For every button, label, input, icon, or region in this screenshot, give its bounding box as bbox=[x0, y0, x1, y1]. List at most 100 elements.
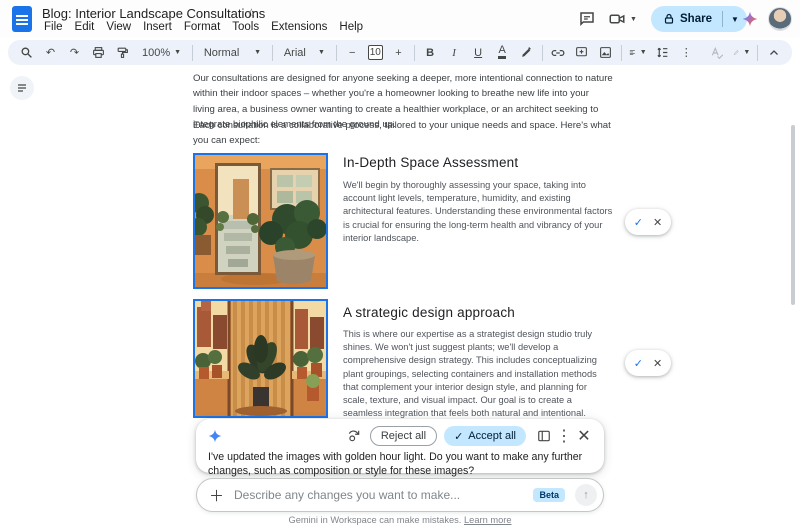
join-call-button[interactable]: ▼ bbox=[608, 0, 637, 38]
regenerate-button[interactable] bbox=[344, 426, 364, 446]
chevron-down-icon: ▼ bbox=[630, 16, 637, 23]
section-heading-2[interactable]: A strategic design approach bbox=[343, 305, 515, 320]
gemini-message: I've updated the images with golden hour… bbox=[208, 450, 592, 478]
accept-suggestion-icon[interactable]: ✓ bbox=[634, 357, 643, 370]
reject-all-button[interactable]: Reject all bbox=[370, 426, 437, 446]
spelling-suggestions-button[interactable] bbox=[709, 43, 726, 62]
chevron-down-icon: ▼ bbox=[254, 49, 261, 56]
menu-format[interactable]: Format bbox=[178, 20, 226, 34]
pencil-icon bbox=[733, 46, 740, 59]
align-button[interactable]: ▼ bbox=[629, 43, 647, 62]
style-value: Normal bbox=[204, 47, 239, 59]
add-attachment-icon[interactable]: ＋ bbox=[209, 485, 224, 506]
highlight-color-button[interactable] bbox=[518, 43, 535, 62]
insert-link-button[interactable] bbox=[549, 43, 566, 62]
text-color-label: A bbox=[498, 46, 505, 59]
regenerate-icon bbox=[347, 429, 361, 443]
align-left-icon bbox=[629, 46, 636, 59]
golden-hour-window-illustration bbox=[195, 301, 326, 416]
menu-file[interactable]: File bbox=[38, 20, 69, 34]
decrease-font-size-button[interactable]: − bbox=[344, 43, 361, 62]
outline-list-icon bbox=[16, 82, 28, 94]
golden-hour-room-illustration bbox=[195, 155, 326, 287]
paint-format-button[interactable] bbox=[114, 43, 131, 62]
star-icon[interactable]: ☆ bbox=[246, 6, 257, 20]
underline-button[interactable]: U bbox=[470, 43, 487, 62]
bold-button[interactable]: B bbox=[422, 43, 439, 62]
chevron-up-icon bbox=[768, 47, 780, 59]
menu-help[interactable]: Help bbox=[333, 20, 369, 34]
toolbar-divider bbox=[757, 45, 758, 61]
learn-more-link[interactable]: Learn more bbox=[464, 515, 512, 525]
chevron-down-icon: ▼ bbox=[174, 49, 181, 56]
toolbar-divider bbox=[272, 45, 273, 61]
increase-font-size-button[interactable]: + bbox=[390, 43, 407, 62]
gemini-disclaimer: Gemini in Workspace can make mistakes. L… bbox=[0, 515, 800, 525]
share-button[interactable]: Share ▼ bbox=[651, 6, 747, 32]
document-tabs-button[interactable] bbox=[10, 76, 34, 100]
search-menus-button[interactable] bbox=[18, 43, 35, 62]
menu-bar: File Edit View Insert Format Tools Exten… bbox=[38, 20, 369, 34]
close-panel-button[interactable]: ✕ bbox=[574, 426, 594, 446]
account-avatar[interactable] bbox=[768, 7, 792, 31]
zoom-select[interactable]: 100% ▼ bbox=[138, 43, 185, 62]
gemini-suggestion-panel: Reject all ✓ Accept all ⋮ ✕ I've updated… bbox=[196, 419, 604, 473]
open-side-panel-button[interactable] bbox=[534, 426, 554, 446]
scrollbar[interactable] bbox=[791, 125, 795, 305]
add-comment-icon bbox=[575, 46, 588, 59]
print-button[interactable] bbox=[90, 43, 107, 62]
suggestion-controls-1: ✓ ✕ bbox=[625, 209, 671, 235]
document-title[interactable]: Blog: Interior Landscape Consultations bbox=[42, 6, 265, 21]
accept-all-button[interactable]: ✓ Accept all bbox=[444, 426, 526, 446]
reject-suggestion-icon[interactable]: ✕ bbox=[653, 357, 662, 370]
line-spacing-icon bbox=[656, 46, 669, 59]
formatting-toolbar: ↶ ↷ 100% ▼ Normal ▼ Arial ▼ − 10 + B I U… bbox=[8, 40, 792, 65]
undo-button[interactable]: ↶ bbox=[42, 43, 59, 62]
section-image-space-assessment[interactable] bbox=[193, 153, 328, 289]
menu-tools[interactable]: Tools bbox=[226, 20, 265, 34]
image-icon bbox=[599, 46, 612, 59]
italic-button[interactable]: I bbox=[446, 43, 463, 62]
highlighter-icon bbox=[520, 46, 533, 59]
share-button-main[interactable]: Share bbox=[651, 13, 722, 25]
section-body-2[interactable]: This is where our expertise as a strateg… bbox=[343, 328, 613, 420]
send-prompt-button[interactable]: ↑ bbox=[575, 484, 597, 506]
open-comments-button[interactable] bbox=[578, 0, 596, 38]
text-color-button[interactable]: A bbox=[494, 43, 511, 62]
section-body-1[interactable]: We'll begin by thoroughly assessing your… bbox=[343, 179, 613, 245]
hide-menus-button[interactable] bbox=[765, 43, 782, 62]
menu-insert[interactable]: Insert bbox=[137, 20, 178, 34]
section-heading-1[interactable]: In-Depth Space Assessment bbox=[343, 155, 518, 170]
accept-all-label: Accept all bbox=[468, 430, 516, 442]
menu-extensions[interactable]: Extensions bbox=[265, 20, 333, 34]
toolbar-divider bbox=[542, 45, 543, 61]
gemini-icon[interactable] bbox=[742, 11, 758, 27]
menu-edit[interactable]: Edit bbox=[69, 20, 101, 34]
line-spacing-button[interactable] bbox=[654, 43, 671, 62]
google-docs-logo-icon[interactable] bbox=[12, 6, 32, 32]
redo-button[interactable]: ↷ bbox=[66, 43, 83, 62]
editing-mode-button[interactable]: ▼ bbox=[733, 43, 751, 62]
toolbar-divider bbox=[414, 45, 415, 61]
paragraph-style-select[interactable]: Normal ▼ bbox=[200, 43, 265, 62]
chevron-down-icon: ▼ bbox=[640, 49, 647, 56]
search-icon bbox=[20, 46, 33, 59]
menu-view[interactable]: View bbox=[100, 20, 137, 34]
insert-image-button[interactable] bbox=[597, 43, 614, 62]
section-image-design-approach[interactable] bbox=[193, 299, 328, 418]
more-toolbar-options-button[interactable]: ⋮ bbox=[678, 43, 695, 62]
reject-suggestion-icon[interactable]: ✕ bbox=[653, 216, 662, 229]
comment-icon bbox=[578, 10, 596, 28]
app-header: Blog: Interior Landscape Consultations ☆… bbox=[0, 0, 800, 38]
add-comment-button[interactable] bbox=[573, 43, 590, 62]
more-options-button[interactable]: ⋮ bbox=[554, 426, 574, 446]
font-select[interactable]: Arial ▼ bbox=[280, 43, 329, 62]
lock-icon bbox=[663, 13, 675, 25]
font-size-input[interactable]: 10 bbox=[368, 45, 383, 60]
disclaimer-text: Gemini in Workspace can make mistakes. bbox=[288, 515, 461, 525]
spellcheck-icon bbox=[710, 46, 724, 60]
doc-paragraph-2[interactable]: Each consultation is a collaborative pro… bbox=[193, 118, 613, 149]
check-icon: ✓ bbox=[454, 430, 463, 443]
gemini-prompt-input[interactable] bbox=[234, 488, 523, 502]
accept-suggestion-icon[interactable]: ✓ bbox=[634, 216, 643, 229]
